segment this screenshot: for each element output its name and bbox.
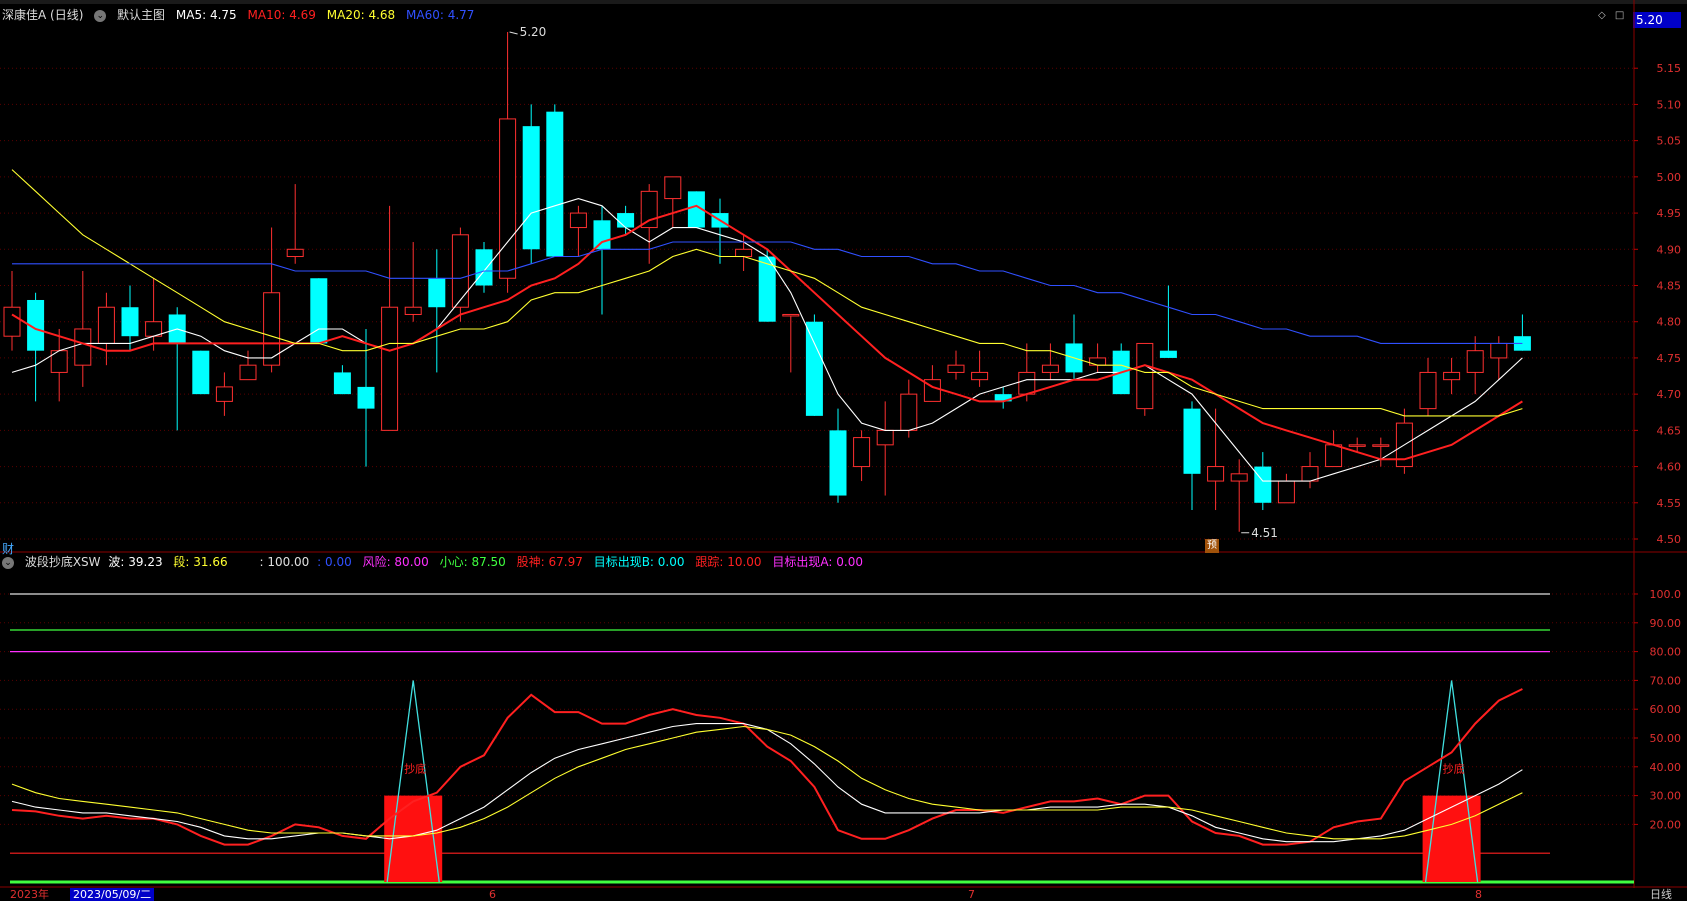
price-tick-label: 4.90 [1657,243,1682,256]
price-tick-label: 5.10 [1657,98,1682,111]
candle-body [1089,357,1107,366]
ma-line-ma5 [11,198,1523,482]
ind-tick-label: 40.00 [1650,761,1682,774]
candle-body [192,350,210,395]
ind-line [11,723,1523,843]
year-label: 2023年 [10,888,49,901]
candle-body [900,393,918,431]
candle-body [1490,342,1508,359]
forecast-badge[interactable]: 预 [1205,539,1219,553]
candle-body [617,213,635,228]
ma-line-ma10 [11,204,1523,461]
candle-body [74,328,92,366]
high-marker [509,31,518,35]
ind-tick-label: 100.0 [1650,588,1682,601]
signal-label: 抄底 [1443,762,1465,776]
candle-body [805,321,823,416]
selected-date: 2023/05/09/二 [70,888,155,901]
price-tick-label: 5.15 [1657,62,1682,75]
month-label-8: 8 [1475,888,1482,901]
candle-body [593,220,611,250]
candle-body [1207,466,1225,482]
candle-body [286,248,304,258]
candle-body [664,176,682,200]
candle-body [546,111,564,257]
chart-canvas[interactable]: 5.15 5.10 5.05 5.00 4.95 4.90 4.85 4.80 4.75 4.70… [0,0,1687,901]
candle-body [1348,444,1366,447]
finance-badge[interactable]: 财 [2,540,14,557]
candle-body [1372,444,1390,447]
candle-body [735,248,753,258]
candle-body [428,278,446,308]
signal-label: 抄底 [404,762,426,776]
ind-tick-label: 60.00 [1650,703,1682,716]
candle-body [121,307,139,337]
price-tick-label: 4.55 [1657,497,1682,510]
price-tick-label: 4.50 [1657,533,1682,546]
candle-body [1254,466,1272,503]
candle-body [522,126,540,250]
candle-body [1277,480,1295,504]
candle-body [451,234,469,308]
price-tick-label: 5.00 [1657,171,1682,184]
candle-body [310,278,328,344]
price-tick-label: 4.85 [1657,280,1682,293]
month-label-7: 7 [968,888,975,901]
price-tick-label: 4.60 [1657,461,1682,474]
candle-body [97,306,115,344]
candle-body [215,386,233,402]
low-label: 4.51 [1251,526,1278,540]
candle-body [947,364,965,373]
candle-body [1183,408,1201,474]
ind-line [11,688,1523,846]
ind-line [11,725,1523,840]
candle-body [357,386,375,409]
candle-body [1136,342,1154,410]
candle-body [782,313,800,317]
candle-body [853,437,871,468]
ind-tick-label: 80.00 [1650,646,1682,659]
ind-tick-label: 30.00 [1650,790,1682,803]
price-tick-label: 4.75 [1657,352,1682,365]
price-tick-label: 4.65 [1657,424,1682,437]
candle-body [1230,473,1248,482]
ind-tick-label: 20.00 [1650,818,1682,831]
price-tick-label: 4.70 [1657,388,1682,401]
candle-body [1018,371,1036,395]
candle-body [876,429,894,446]
ind-tick-label: 90.00 [1650,617,1682,630]
candle-body [239,364,257,381]
price-tick-label: 4.95 [1657,207,1682,220]
candle-body [3,306,21,337]
high-label: 5.20 [520,25,547,39]
candle-body [333,372,351,395]
candle-body [1041,364,1059,373]
candle-body [1466,350,1484,373]
price-tick-label: 5.05 [1657,135,1682,148]
candle-body [1443,371,1461,381]
month-label-6: 6 [489,888,496,901]
candle-body [569,212,587,229]
candle-body [829,430,847,496]
price-tick-label: 4.80 [1657,316,1682,329]
candle-body [1419,371,1437,410]
candle-body [640,190,658,229]
period-label[interactable]: 日线 [1650,888,1672,901]
candle-body [1325,444,1343,468]
date-axis-bar [0,888,1687,901]
ind-tick-label: 50.00 [1650,732,1682,745]
ind-tick-label: 70.00 [1650,674,1682,687]
candle-body [404,306,422,315]
candle-body [971,371,989,381]
candle-body [381,306,399,431]
candle-body [499,118,517,279]
candle-body [1159,350,1177,358]
candle-body [475,249,493,286]
